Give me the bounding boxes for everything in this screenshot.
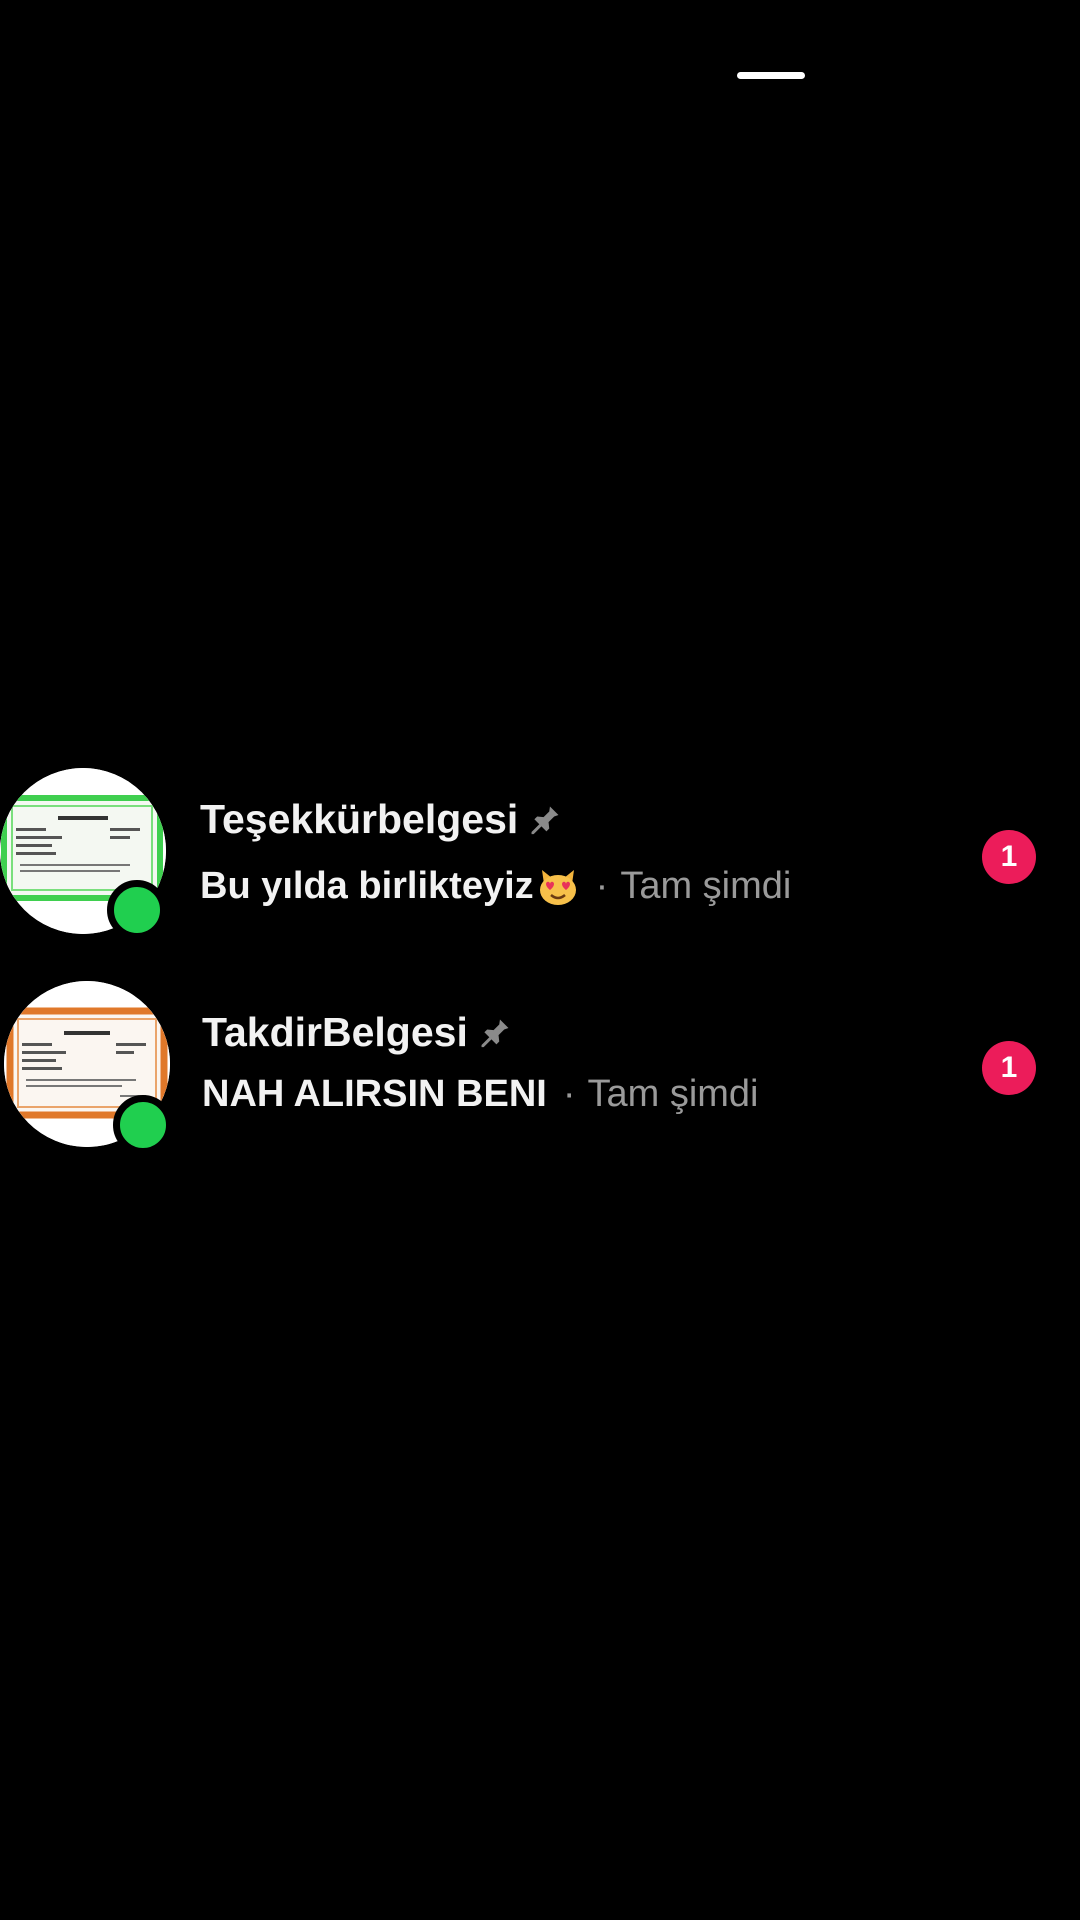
message-time: Tam şimdi bbox=[587, 1073, 759, 1115]
online-status-dot bbox=[107, 880, 167, 940]
chat-row-teşekkurbelgesi[interactable]: Teşekkürbelgesi Bu yılda birlikteyiz · T… bbox=[0, 760, 1080, 950]
chat-name-text: Teşekkürbelgesi bbox=[200, 796, 519, 842]
message-time: Tam şimdi bbox=[620, 864, 792, 907]
unread-count-badge: 1 bbox=[982, 830, 1036, 884]
chat-preview: Bu yılda birlikteyiz · Tam şimdi bbox=[200, 864, 791, 908]
heart-eyes-cat-icon bbox=[539, 870, 576, 905]
online-status-dot bbox=[113, 1095, 173, 1155]
chat-name: TakdirBelgesi bbox=[202, 1009, 512, 1056]
chat-name-text: TakdirBelgesi bbox=[202, 1009, 468, 1055]
chat-name: Teşekkürbelgesi bbox=[200, 796, 562, 843]
unread-count-badge: 1 bbox=[982, 1041, 1036, 1095]
separator-dot: · bbox=[562, 1073, 576, 1115]
home-indicator bbox=[737, 72, 805, 79]
separator-dot: · bbox=[595, 864, 609, 907]
chat-preview: NAH ALIRSIN BENI · Tam şimdi bbox=[202, 1073, 759, 1116]
pin-icon bbox=[481, 1019, 509, 1047]
chat-row-takdirbelgesi[interactable]: TakdirBelgesi NAH ALIRSIN BENI · Tam şim… bbox=[0, 975, 1080, 1165]
last-message-text: NAH ALIRSIN BENI bbox=[202, 1073, 547, 1115]
pin-icon bbox=[531, 806, 559, 834]
last-message-text: Bu yılda birlikteyiz bbox=[200, 864, 534, 907]
